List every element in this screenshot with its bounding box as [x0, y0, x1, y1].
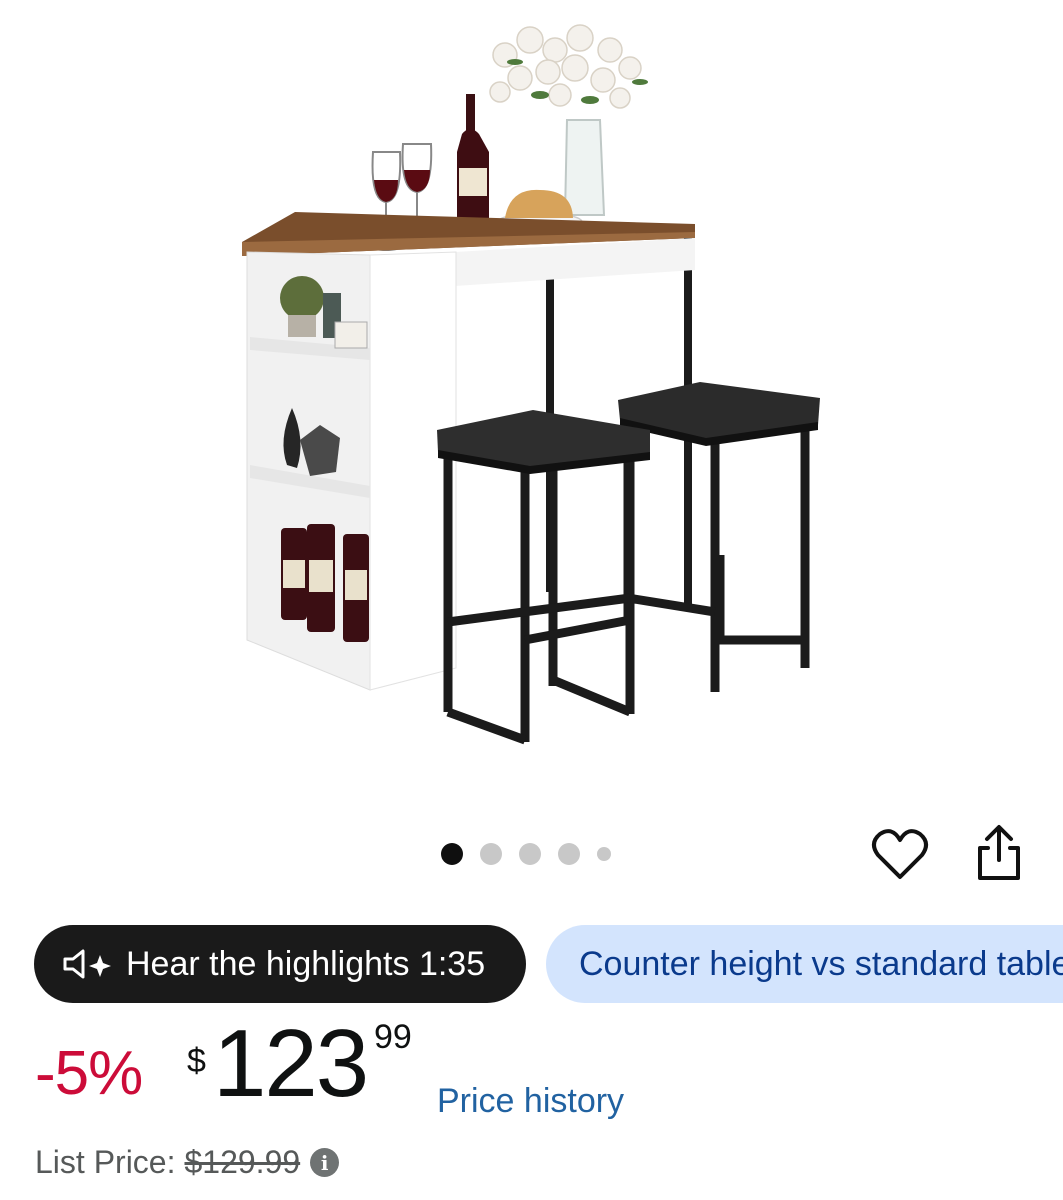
price-whole: 123 — [213, 1010, 369, 1117]
question-chip[interactable]: Counter height vs standard table — [546, 925, 1063, 1003]
share-icon — [978, 825, 1020, 880]
pagination-dot-active[interactable] — [441, 843, 463, 865]
list-price: List Price: $129.99 i — [35, 1144, 340, 1181]
flower-vase — [489, 24, 648, 216]
price-history-link[interactable]: Price history — [437, 1082, 624, 1121]
question-chip-label: Counter height vs standard table — [579, 944, 1063, 983]
pagination-dot[interactable] — [597, 847, 611, 861]
image-pagination[interactable] — [441, 843, 611, 865]
list-price-label: List Price: — [35, 1144, 176, 1180]
info-icon[interactable]: i — [310, 1148, 340, 1177]
share-button[interactable] — [970, 822, 1028, 884]
wishlist-button[interactable] — [870, 825, 930, 885]
chip-row: Hear the highlights 1:35 Counter height … — [34, 925, 1063, 1005]
product-image[interactable] — [0, 0, 1063, 800]
list-price-value: $129.99 — [184, 1144, 301, 1180]
discount-percent: -5% — [35, 1039, 143, 1108]
pagination-dot[interactable] — [558, 843, 580, 865]
bar-table-set-illustration — [242, 24, 820, 745]
hear-highlights-chip[interactable]: Hear the highlights 1:35 — [34, 925, 526, 1003]
hear-highlights-label: Hear the highlights 1:35 — [126, 944, 486, 983]
price-fraction: 99 — [374, 1018, 412, 1056]
heart-outline-icon — [872, 829, 928, 879]
price-currency: $ — [187, 1042, 206, 1080]
pagination-dot[interactable] — [480, 843, 502, 865]
wine-bottle — [457, 94, 489, 222]
speaker-sparkle-icon — [63, 949, 111, 979]
pagination-dot[interactable] — [519, 843, 541, 865]
